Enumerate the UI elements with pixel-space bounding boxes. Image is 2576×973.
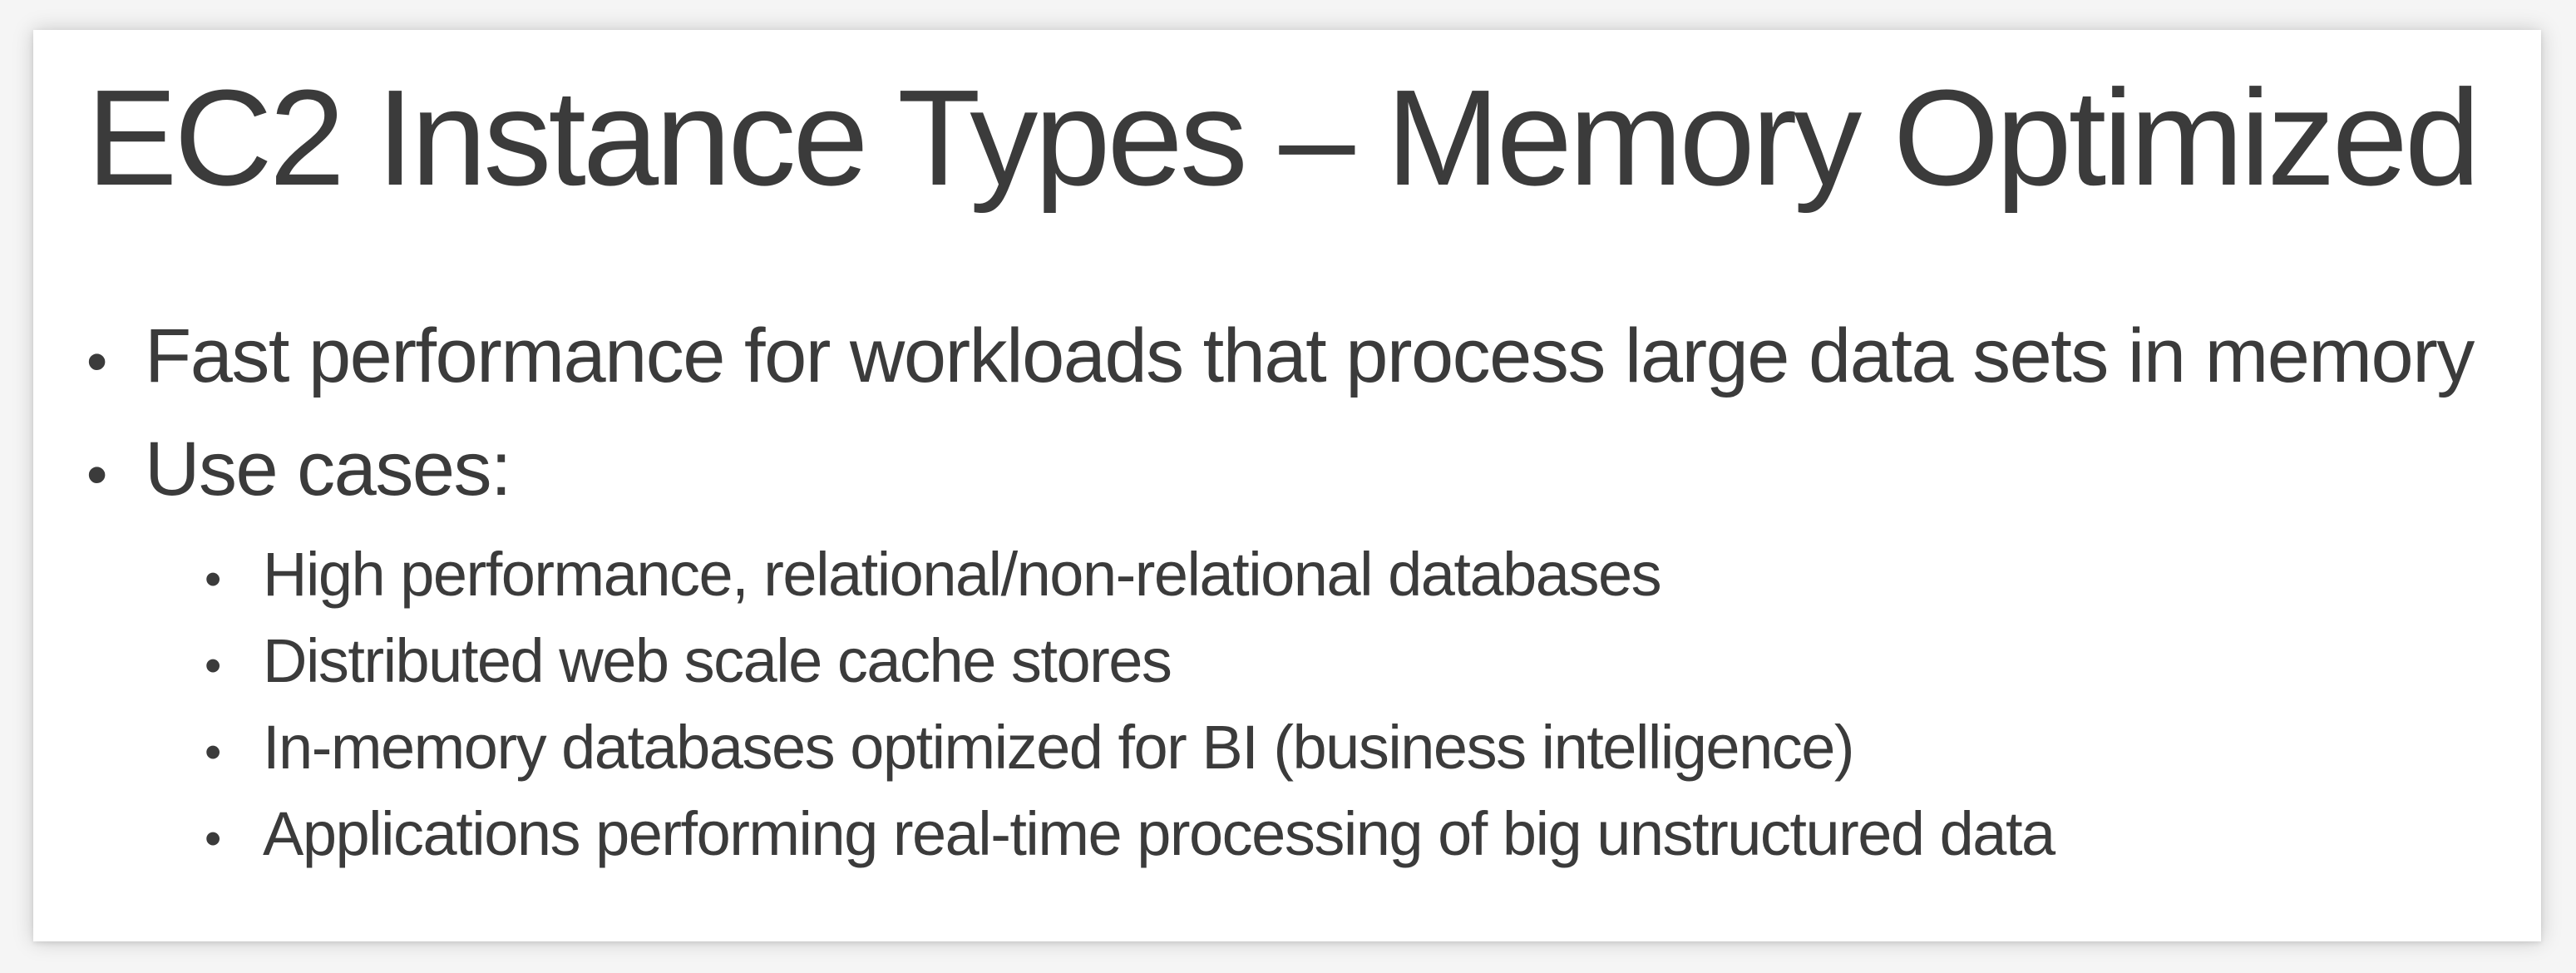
sub-bullet-item: • Distributed web scale cache stores (205, 625, 1172, 696)
sub-bullet-item: • High performance, relational/non-relat… (205, 539, 1662, 610)
bullet-text: Use cases: (145, 427, 512, 511)
bullet-icon: • (205, 812, 221, 866)
bullet-icon: • (205, 552, 221, 606)
bullet-item: • Fast performance for workloads that pr… (86, 313, 2475, 400)
bullet-text: Fast performance for workloads that proc… (145, 314, 2475, 398)
sub-bullet-text: Applications performing real-time proces… (263, 799, 2055, 868)
sub-bullet-text: Distributed web scale cache stores (263, 626, 1172, 695)
bullet-icon: • (205, 725, 221, 779)
sub-bullet-item: • In-memory databases optimized for BI (… (205, 712, 1855, 783)
sub-bullet-text: High performance, relational/non-relatio… (263, 540, 1662, 609)
sub-bullet-text: In-memory databases optimized for BI (bu… (263, 713, 1855, 782)
bullet-icon: • (86, 442, 107, 508)
bullet-icon: • (86, 328, 107, 395)
bullet-icon: • (205, 639, 221, 693)
slide-content: • Fast performance for workloads that pr… (33, 30, 2541, 941)
slide: EC2 Instance Types – Memory Optimized • … (33, 30, 2541, 941)
sub-bullet-item: • Applications performing real-time proc… (205, 798, 2055, 869)
bullet-item: • Use cases: (86, 426, 512, 513)
